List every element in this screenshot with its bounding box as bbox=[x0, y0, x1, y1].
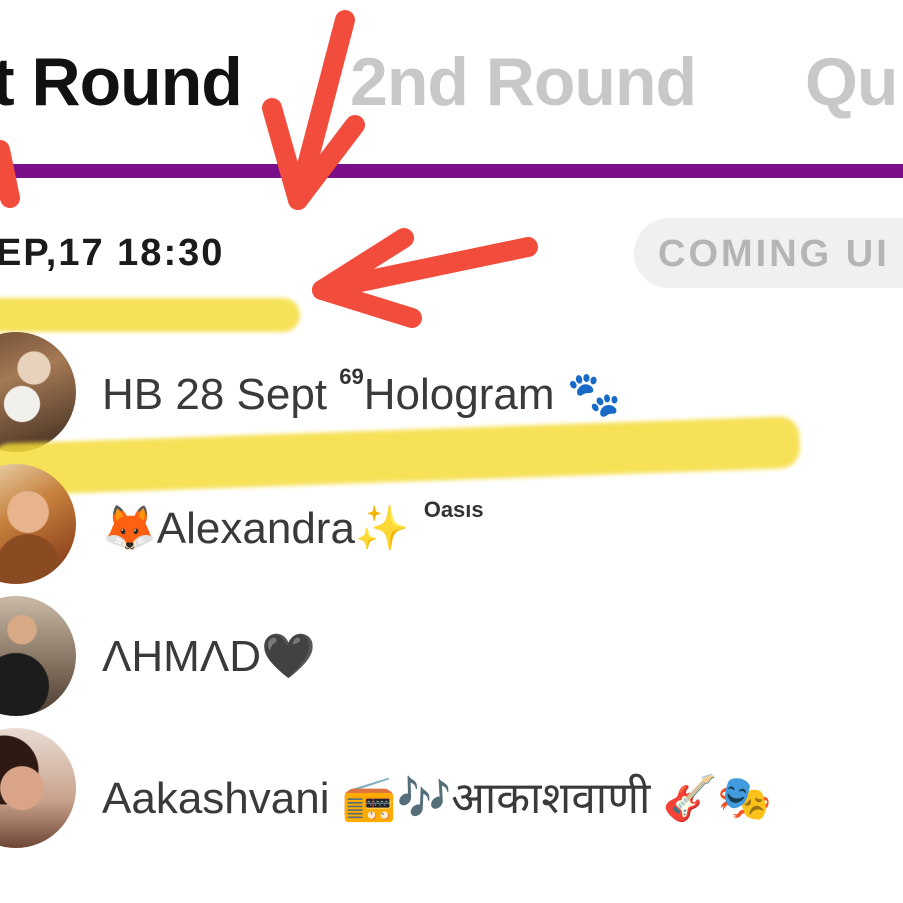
tab-first-round[interactable]: t Round bbox=[0, 42, 243, 122]
avatar bbox=[0, 464, 76, 584]
avatar bbox=[0, 728, 76, 848]
match-datetime: EP,17 18:30 bbox=[0, 232, 225, 274]
member-tag: Oasıs bbox=[423, 497, 484, 522]
status-text: COMING UI bbox=[658, 233, 890, 275]
arrow-left-head bbox=[312, 228, 422, 328]
status-badge: COMING UI bbox=[634, 218, 903, 288]
tab-third[interactable]: Qu bbox=[805, 42, 898, 122]
highlight-mark bbox=[0, 298, 300, 332]
active-tab-underline bbox=[0, 164, 903, 178]
list-item[interactable]: 🦊Alexandra✨ Oasıs bbox=[0, 464, 903, 584]
arrow-left bbox=[312, 237, 538, 300]
member-name: Aakashvani 📻🎶आकाशवाणी 🎸🎭 bbox=[102, 774, 773, 823]
avatar bbox=[0, 596, 76, 716]
avatar bbox=[0, 332, 76, 452]
member-name: HB 28 Sept 69Hologram 🐾 bbox=[102, 364, 622, 419]
member-name: 🦊Alexandra✨ Oasıs bbox=[102, 497, 484, 553]
list-item[interactable]: ΛHMΛD🖤 bbox=[0, 596, 903, 716]
round-tabs: t Round 2nd Round Qu bbox=[0, 0, 903, 165]
list-item[interactable]: Aakashvani 📻🎶आकाशवाणी 🎸🎭 bbox=[0, 728, 903, 848]
tab-second-round[interactable]: 2nd Round bbox=[350, 42, 697, 122]
member-name: ΛHMΛD🖤 bbox=[102, 632, 316, 681]
